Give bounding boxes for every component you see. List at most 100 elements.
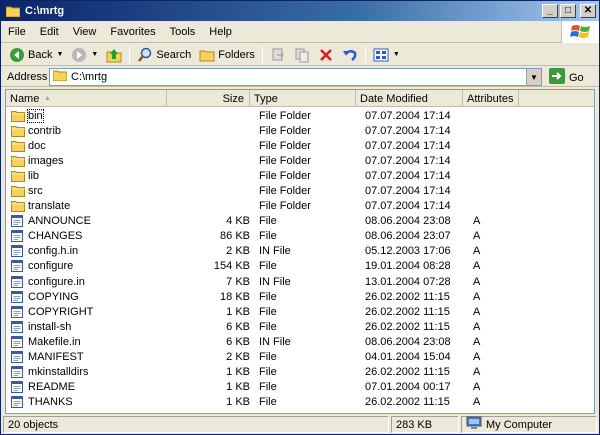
file-name-cell[interactable]: images xyxy=(6,155,167,167)
folder-icon xyxy=(11,140,25,152)
file-icon xyxy=(11,366,25,379)
delete-x-icon xyxy=(318,47,334,63)
views-button[interactable]: ▼ xyxy=(369,45,404,65)
column-header-name[interactable]: Name ▲ xyxy=(6,90,167,107)
minimize-button[interactable]: _ xyxy=(542,4,558,18)
forward-button[interactable]: ▼ xyxy=(67,45,102,65)
file-row[interactable]: configure.in 7 KB IN File 13.01.2004 07:28 A xyxy=(6,274,594,289)
file-row[interactable]: CHANGES 86 KB File 08.06.2004 23:07 A xyxy=(6,229,594,244)
file-name-cell[interactable]: Makefile.in xyxy=(6,335,167,348)
file-row[interactable]: doc File Folder 07.07.2004 17:14 xyxy=(6,138,594,153)
window-title: C:\mrtg xyxy=(25,5,65,17)
file-row[interactable]: lib File Folder 07.07.2004 17:14 xyxy=(6,168,594,183)
file-attributes: A xyxy=(473,230,481,243)
file-row[interactable]: configure 154 KB File 19.01.2004 08:28 A xyxy=(6,259,594,274)
file-name-cell[interactable]: install-sh xyxy=(6,320,167,333)
column-header-size[interactable]: Size xyxy=(167,90,250,107)
file-name-cell[interactable]: translate xyxy=(6,200,167,213)
file-name-cell[interactable]: contrib xyxy=(6,125,167,137)
file-date: 26.02.2002 11:15 xyxy=(365,366,450,379)
file-row[interactable]: Makefile.in 6 KB IN File 08.06.2004 23:08 A xyxy=(6,334,594,349)
file-icon xyxy=(11,320,25,333)
address-dropdown-icon[interactable]: ▼ xyxy=(526,69,541,85)
file-icon xyxy=(11,230,25,243)
sort-ascending-icon: ▲ xyxy=(44,95,51,102)
move-to-button[interactable] xyxy=(266,45,290,65)
menu-file[interactable]: File xyxy=(1,26,33,38)
address-label: Address xyxy=(7,70,48,83)
file-row[interactable]: bin File Folder 07.07.2004 17:14 xyxy=(6,108,594,123)
file-name-cell[interactable]: ANNOUNCE xyxy=(6,215,167,228)
menu-favorites[interactable]: Favorites xyxy=(103,26,162,38)
file-row[interactable]: COPYING 18 KB File 26.02.2002 11:15 A xyxy=(6,289,594,304)
file-name-cell[interactable]: lib xyxy=(6,170,167,182)
folders-button[interactable]: Folders xyxy=(195,45,259,65)
file-type: IN File xyxy=(259,245,291,258)
file-name-cell[interactable]: config.h.in xyxy=(6,245,167,258)
menu-bar: File Edit View Favorites Tools Help xyxy=(1,21,599,43)
file-attributes: A xyxy=(473,260,481,273)
my-computer-icon xyxy=(466,416,482,433)
file-list[interactable]: Name ▲ Size Type Date Modified Attribute… xyxy=(5,89,595,414)
file-name-cell[interactable]: MANIFEST xyxy=(6,351,167,364)
file-name: config.h.in xyxy=(28,245,79,258)
column-header-type[interactable]: Type xyxy=(250,90,356,107)
file-icon xyxy=(11,275,25,288)
file-name-cell[interactable]: THANKS xyxy=(6,396,167,409)
column-header-attributes[interactable]: Attributes xyxy=(463,90,519,107)
menu-edit[interactable]: Edit xyxy=(33,26,66,38)
file-row[interactable]: config.h.in 2 KB IN File 05.12.2003 17:06 A xyxy=(6,244,594,259)
file-row[interactable]: contrib File Folder 07.07.2004 17:14 xyxy=(6,123,594,138)
file-name-cell[interactable]: mkinstalldirs xyxy=(6,366,167,379)
file-name-cell[interactable]: COPYING xyxy=(6,290,167,303)
file-row[interactable]: MANIFEST 2 KB File 04.01.2004 15:04 A xyxy=(6,350,594,365)
file-date: 26.02.2002 11:15 xyxy=(365,305,450,318)
menu-tools[interactable]: Tools xyxy=(163,26,203,38)
menu-help[interactable]: Help xyxy=(202,26,239,38)
undo-button[interactable] xyxy=(338,45,362,65)
back-button[interactable]: Back ▼ xyxy=(5,45,67,65)
file-row[interactable]: README 1 KB File 07.01.2004 00:17 A xyxy=(6,380,594,395)
file-date: 08.06.2004 23:07 xyxy=(365,230,451,243)
file-name-cell[interactable]: CHANGES xyxy=(6,230,167,243)
delete-button[interactable] xyxy=(314,45,338,65)
menu-view[interactable]: View xyxy=(66,26,104,38)
file-row[interactable]: THANKS 1 KB File 26.02.2002 11:15 A xyxy=(6,395,594,410)
file-name-cell[interactable]: COPYRIGHT xyxy=(6,305,167,318)
back-label: Back xyxy=(28,48,53,61)
file-row[interactable]: src File Folder 07.07.2004 17:14 xyxy=(6,183,594,198)
close-button[interactable]: ✕ xyxy=(580,4,596,18)
file-type: File xyxy=(259,230,277,243)
file-row[interactable]: mkinstalldirs 1 KB File 26.02.2002 11:15 A xyxy=(6,365,594,380)
file-name: MANIFEST xyxy=(28,351,84,364)
file-name-cell[interactable]: README xyxy=(6,381,167,394)
file-row[interactable]: COPYRIGHT 1 KB File 26.02.2002 11:15 A xyxy=(6,304,594,319)
copy-to-button[interactable] xyxy=(290,45,314,65)
file-name-cell[interactable]: doc xyxy=(6,140,167,152)
forward-dropdown-icon[interactable]: ▼ xyxy=(91,51,98,58)
file-row[interactable]: ANNOUNCE 4 KB File 08.06.2004 23:08 A xyxy=(6,214,594,229)
maximize-button[interactable]: □ xyxy=(560,4,576,18)
file-row[interactable]: translate File Folder 07.07.2004 17:14 xyxy=(6,199,594,214)
file-attributes: A xyxy=(473,366,481,379)
folder-icon xyxy=(11,185,25,198)
file-name-cell[interactable]: src xyxy=(6,185,167,198)
file-icon xyxy=(11,245,25,258)
file-name-cell[interactable]: bin xyxy=(6,108,167,123)
address-input[interactable]: C:\mrtg ▼ xyxy=(49,68,542,86)
file-row[interactable]: images File Folder 07.07.2004 17:14 xyxy=(6,153,594,168)
up-folder-button[interactable] xyxy=(102,45,126,65)
views-dropdown-icon[interactable]: ▼ xyxy=(393,51,400,58)
file-name-cell[interactable]: configure xyxy=(6,260,167,273)
column-header-date[interactable]: Date Modified xyxy=(356,90,463,107)
file-name: translate xyxy=(28,200,71,213)
go-button[interactable]: Go xyxy=(549,68,584,87)
back-dropdown-icon[interactable]: ▼ xyxy=(56,51,63,58)
title-bar[interactable]: C:\mrtg _ □ ✕ xyxy=(1,1,599,21)
file-type: File xyxy=(259,381,277,394)
file-name-cell[interactable]: configure.in xyxy=(6,275,167,288)
file-size: 4 KB xyxy=(226,215,250,228)
search-button[interactable]: Search xyxy=(133,45,195,65)
folder-icon xyxy=(6,6,20,17)
file-row[interactable]: install-sh 6 KB File 26.02.2002 11:15 A xyxy=(6,319,594,334)
